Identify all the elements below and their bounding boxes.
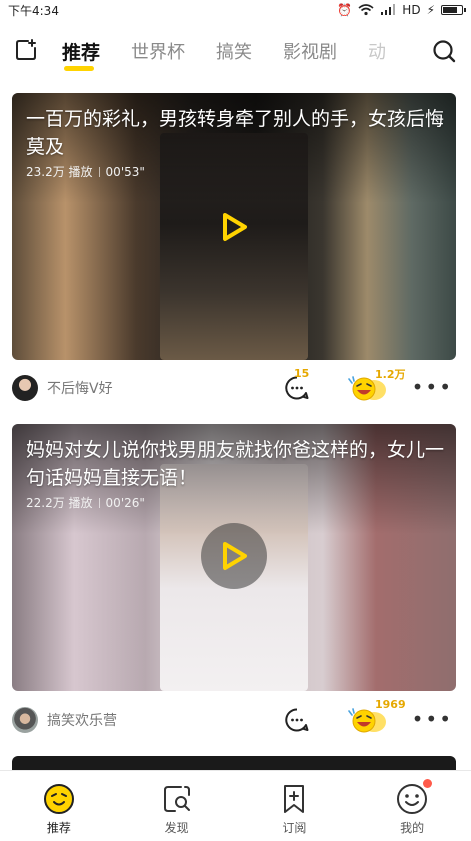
signal-icon: [381, 4, 396, 15]
author-row: 不后悔V好 15 1.2万 •••: [12, 367, 459, 408]
status-icons: ⏰ HD ⚡: [337, 3, 466, 17]
nav-profile[interactable]: 我的: [353, 771, 471, 841]
video-card-peek[interactable]: [12, 756, 456, 770]
add-channel-icon[interactable]: [14, 38, 38, 62]
nav-label: 发现: [164, 821, 189, 835]
video-duration: 00'53": [105, 164, 145, 179]
nav-recommend[interactable]: 推荐: [0, 771, 118, 841]
charging-icon: ⚡: [426, 3, 435, 17]
play-button[interactable]: [201, 194, 267, 260]
discover-icon: [163, 786, 190, 812]
play-icon: [223, 542, 247, 570]
more-options-icon[interactable]: •••: [412, 377, 453, 397]
like-count: 1969: [375, 698, 406, 711]
profile-face-icon: [397, 784, 428, 814]
play-count: 23.2万 播放: [26, 165, 93, 179]
play-icon: [223, 213, 247, 241]
battery-icon: [441, 5, 466, 15]
nav-label: 订阅: [282, 821, 307, 835]
search-icon[interactable]: [431, 38, 457, 64]
bottom-nav: 推荐 发现 订阅 我的: [0, 770, 471, 841]
network-label: HD: [402, 3, 421, 17]
notification-badge: [423, 779, 433, 788]
video-meta: 22.2万 播放 00'26": [26, 494, 145, 511]
author-name[interactable]: 不后悔V好: [47, 378, 113, 398]
tab-recommend[interactable]: 推荐: [62, 38, 100, 71]
profile-icon: [396, 779, 433, 815]
tab-anime[interactable]: 动: [368, 38, 386, 64]
avatar[interactable]: [12, 707, 38, 733]
avatar[interactable]: [12, 375, 38, 401]
tab-tv-series[interactable]: 影视剧: [283, 38, 337, 64]
author-name[interactable]: 搞笑欢乐营: [47, 710, 117, 730]
alarm-icon: ⏰: [337, 3, 353, 17]
top-nav: 推荐 世界杯 搞笑 影视剧 动: [0, 28, 471, 74]
channel-tabs: 推荐 世界杯 搞笑 影视剧 动: [62, 28, 411, 74]
tab-funny[interactable]: 搞笑: [216, 38, 252, 64]
video-card[interactable]: 妈妈对女儿说你找男朋友就找你爸这样的，女儿一句话妈妈直接无语！ 22.2万 播放…: [12, 424, 456, 691]
nav-label: 推荐: [46, 821, 71, 835]
status-time: 下午4:34: [8, 3, 59, 18]
comment-icon[interactable]: [284, 707, 310, 733]
video-meta: 23.2万 播放 00'53": [26, 163, 145, 180]
tab-world-cup[interactable]: 世界杯: [131, 38, 185, 64]
more-options-icon[interactable]: •••: [412, 709, 453, 729]
play-button[interactable]: [201, 523, 267, 589]
wifi-icon: [358, 4, 374, 16]
video-title: 妈妈对女儿说你找男朋友就找你爸这样的，女儿一句话妈妈直接无语！: [26, 439, 445, 489]
like-count: 1.2万: [375, 368, 406, 381]
video-duration: 00'26": [105, 495, 145, 510]
nav-subscribe[interactable]: 订阅: [236, 771, 354, 841]
video-card[interactable]: 一百万的彩礼，男孩转身牵了别人的手，女孩后悔莫及 23.2万 播放 00'53": [12, 93, 456, 360]
nav-discover[interactable]: 发现: [118, 771, 236, 841]
home-face-icon: [43, 784, 74, 814]
subscribe-icon: [284, 785, 305, 813]
comment-count: 15: [294, 367, 310, 380]
play-count: 22.2万 播放: [26, 496, 93, 510]
video-title: 一百万的彩礼，男孩转身牵了别人的手，女孩后悔莫及: [26, 108, 445, 158]
author-row: 搞笑欢乐营 1969 •••: [12, 698, 459, 740]
status-bar: 下午4:34 ⏰ HD ⚡: [0, 0, 471, 20]
nav-label: 我的: [400, 821, 425, 835]
